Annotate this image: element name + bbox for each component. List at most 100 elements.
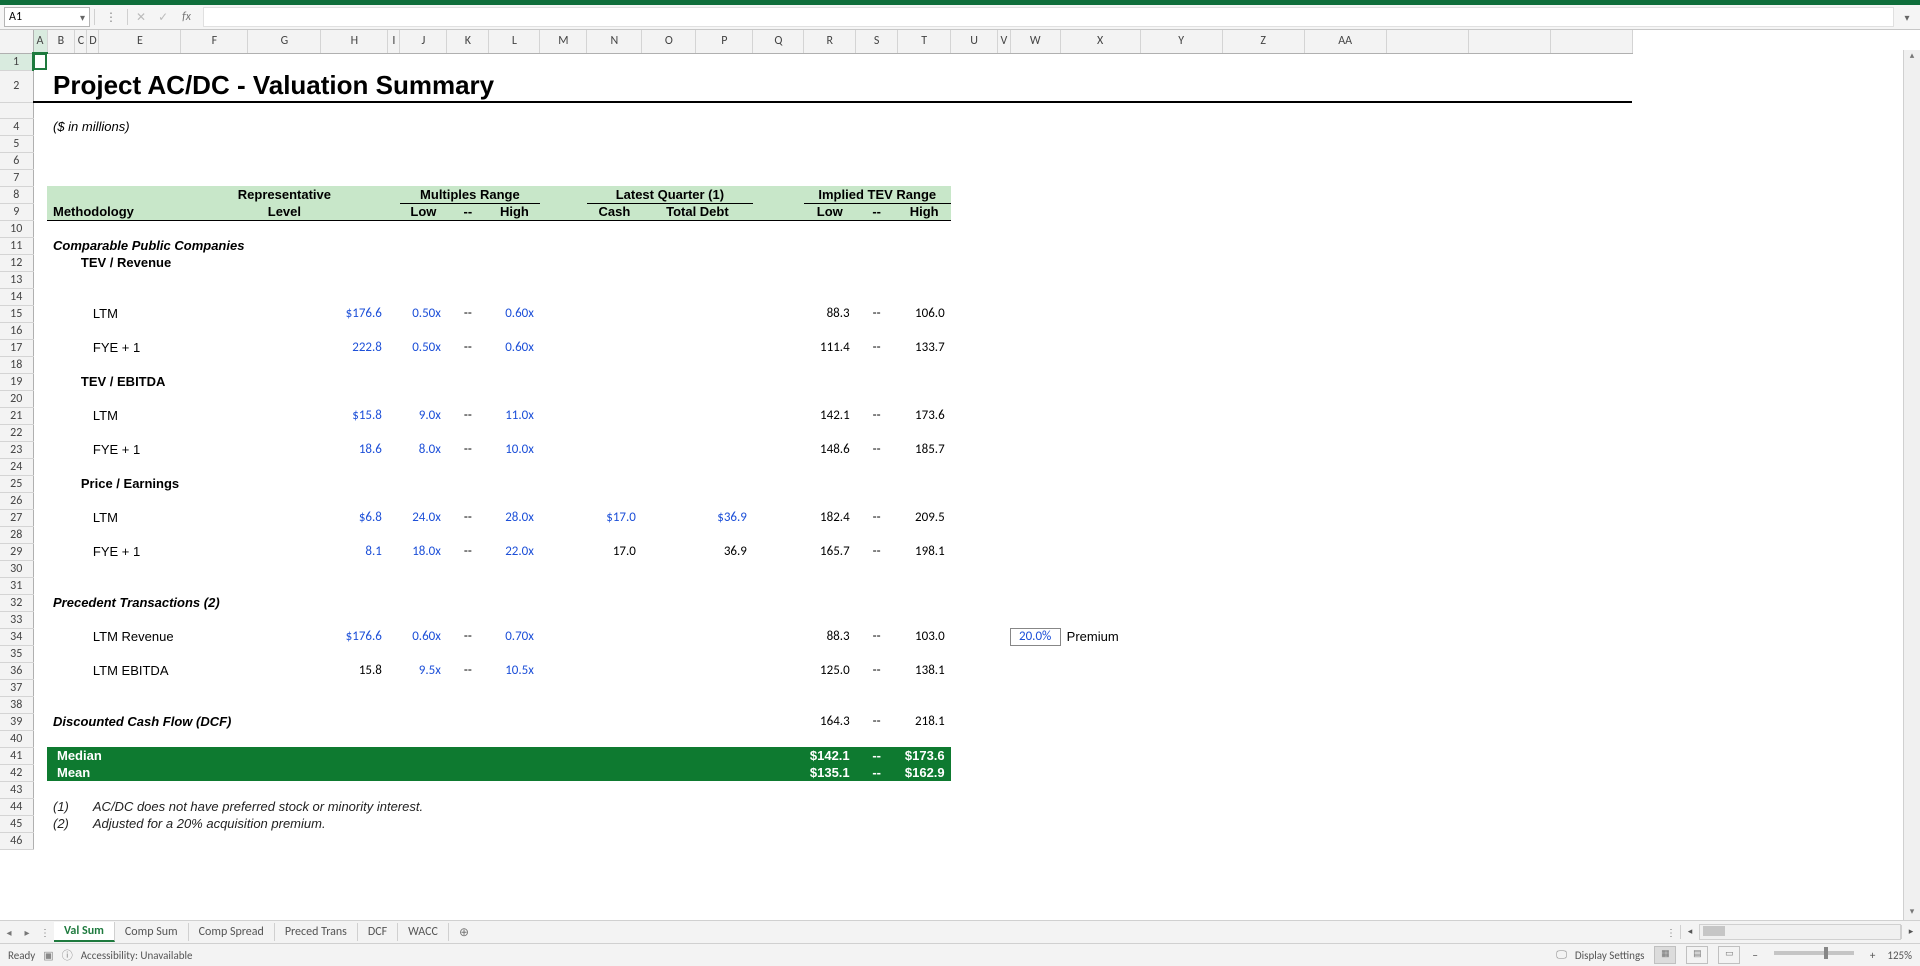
sheet-tab-wacc[interactable]: WACC	[398, 923, 449, 941]
col-I[interactable]: I	[388, 30, 400, 53]
row-44[interactable]: 44	[0, 798, 33, 815]
row-19[interactable]: 19	[0, 373, 33, 390]
row-33[interactable]: 33	[0, 611, 33, 628]
vertical-scrollbar[interactable]: ▴ ▾	[1903, 50, 1920, 920]
zoom-out-button[interactable]: −	[1748, 949, 1761, 962]
name-box-dropdown-icon[interactable]: ▾	[80, 11, 85, 24]
col-Q[interactable]: Q	[753, 30, 804, 53]
row-14[interactable]: 14	[0, 288, 33, 305]
col-V[interactable]: V	[998, 30, 1011, 53]
fx-label[interactable]: fx	[176, 10, 197, 24]
macro-icon[interactable]: ▣	[43, 949, 53, 962]
row-7[interactable]: 7	[0, 169, 33, 186]
row-27[interactable]: 27	[0, 509, 33, 526]
row-25[interactable]: 25	[0, 475, 33, 492]
row-42[interactable]: 42	[0, 764, 33, 781]
col-S[interactable]: S	[856, 30, 898, 53]
sheet-tab-comp-spread[interactable]: Comp Spread	[189, 923, 275, 941]
row-29[interactable]: 29	[0, 543, 33, 560]
scroll-down-icon[interactable]: ▾	[1904, 906, 1920, 920]
accessibility-icon[interactable]: ⓘ	[62, 947, 73, 963]
tab-nav-menu-icon[interactable]: ⋮	[36, 926, 54, 939]
col-J[interactable]: J	[400, 30, 447, 53]
row-40[interactable]: 40	[0, 730, 33, 747]
sheet-tab-dcf[interactable]: DCF	[358, 923, 398, 941]
row-36[interactable]: 36	[0, 662, 33, 679]
col-Y[interactable]: Y	[1140, 30, 1222, 53]
name-box[interactable]: A1 ▾	[4, 7, 90, 27]
tab-scroll-menu-icon[interactable]: ⋮	[1662, 926, 1680, 939]
col-Z[interactable]: Z	[1222, 30, 1304, 53]
row-15[interactable]: 15	[0, 305, 33, 322]
row-23[interactable]: 23	[0, 441, 33, 458]
row-26[interactable]: 26	[0, 492, 33, 509]
spreadsheet-grid[interactable]: A B C D E F G H I J K L M N O P Q R S T	[0, 30, 1920, 920]
row-41[interactable]: 41	[0, 747, 33, 764]
row-28[interactable]: 28	[0, 526, 33, 543]
col-N[interactable]: N	[587, 30, 642, 53]
col-U[interactable]: U	[951, 30, 998, 53]
view-normal-button[interactable]: ▦	[1654, 946, 1676, 964]
sheet-tab-preced-trans[interactable]: Preced Trans	[275, 923, 358, 941]
row-22[interactable]: 22	[0, 424, 33, 441]
sheet-tab-comp-sum[interactable]: Comp Sum	[115, 923, 189, 941]
formula-expand-icon[interactable]: ▾	[1898, 11, 1916, 24]
row-31[interactable]: 31	[0, 577, 33, 594]
col-T[interactable]: T	[898, 30, 951, 53]
zoom-level[interactable]: 125%	[1887, 949, 1912, 962]
col-extra[interactable]	[1550, 30, 1632, 53]
col-G[interactable]: G	[248, 30, 321, 53]
new-sheet-button[interactable]: ⊕	[449, 925, 479, 940]
cell-A1[interactable]	[33, 53, 47, 70]
row-39[interactable]: 39	[0, 713, 33, 730]
col-M[interactable]: M	[540, 30, 587, 53]
row-1[interactable]: 1	[0, 53, 33, 70]
scroll-up-icon[interactable]: ▴	[1904, 50, 1920, 64]
row-32[interactable]: 32	[0, 594, 33, 611]
row-46[interactable]: 46	[0, 832, 33, 849]
col-AA[interactable]: AA	[1304, 30, 1386, 53]
row-24[interactable]: 24	[0, 458, 33, 475]
row-6[interactable]: 6	[0, 152, 33, 169]
row-2[interactable]: 2	[0, 70, 33, 102]
row-37[interactable]: 37	[0, 679, 33, 696]
row-16[interactable]: 16	[0, 322, 33, 339]
col-C[interactable]: C	[75, 30, 87, 53]
col-O[interactable]: O	[642, 30, 696, 53]
col-extra[interactable]	[1468, 30, 1550, 53]
row-9[interactable]: 9	[0, 203, 33, 220]
hscroll-left-icon[interactable]: ◂	[1680, 925, 1699, 939]
col-R[interactable]: R	[804, 30, 856, 53]
tab-nav-first-icon[interactable]: ◂	[0, 926, 18, 939]
col-L[interactable]: L	[489, 30, 540, 53]
col-D[interactable]: D	[87, 30, 99, 53]
select-all-corner[interactable]	[0, 30, 33, 53]
display-settings-icon[interactable]: 🖵	[1556, 949, 1567, 962]
display-settings-label[interactable]: Display Settings	[1575, 949, 1645, 962]
col-H[interactable]: H	[321, 30, 388, 53]
col-W[interactable]: W	[1010, 30, 1060, 53]
row-30[interactable]: 30	[0, 560, 33, 577]
col-B[interactable]: B	[47, 30, 75, 53]
horizontal-scrollbar[interactable]	[1699, 924, 1901, 940]
col-F[interactable]: F	[181, 30, 248, 53]
premium-input[interactable]: 20.0%	[1010, 628, 1060, 645]
hscroll-right-icon[interactable]: ▸	[1901, 925, 1920, 939]
col-extra[interactable]	[1386, 30, 1468, 53]
row-5[interactable]: 5	[0, 135, 33, 152]
row-43[interactable]: 43	[0, 781, 33, 798]
col-P[interactable]: P	[696, 30, 753, 53]
col-X[interactable]: X	[1060, 30, 1140, 53]
view-page-break-button[interactable]: ▭	[1718, 946, 1740, 964]
row-38[interactable]: 38	[0, 696, 33, 713]
row-8[interactable]: 8	[0, 186, 33, 203]
row-13[interactable]: 13	[0, 271, 33, 288]
formula-input[interactable]	[203, 7, 1894, 27]
row-34[interactable]: 34	[0, 628, 33, 645]
zoom-in-button[interactable]: +	[1866, 949, 1879, 962]
row-18[interactable]: 18	[0, 356, 33, 373]
view-page-layout-button[interactable]: ▤	[1686, 946, 1708, 964]
row-35[interactable]: 35	[0, 645, 33, 662]
hscroll-thumb[interactable]	[1703, 926, 1725, 936]
row-45[interactable]: 45	[0, 815, 33, 832]
